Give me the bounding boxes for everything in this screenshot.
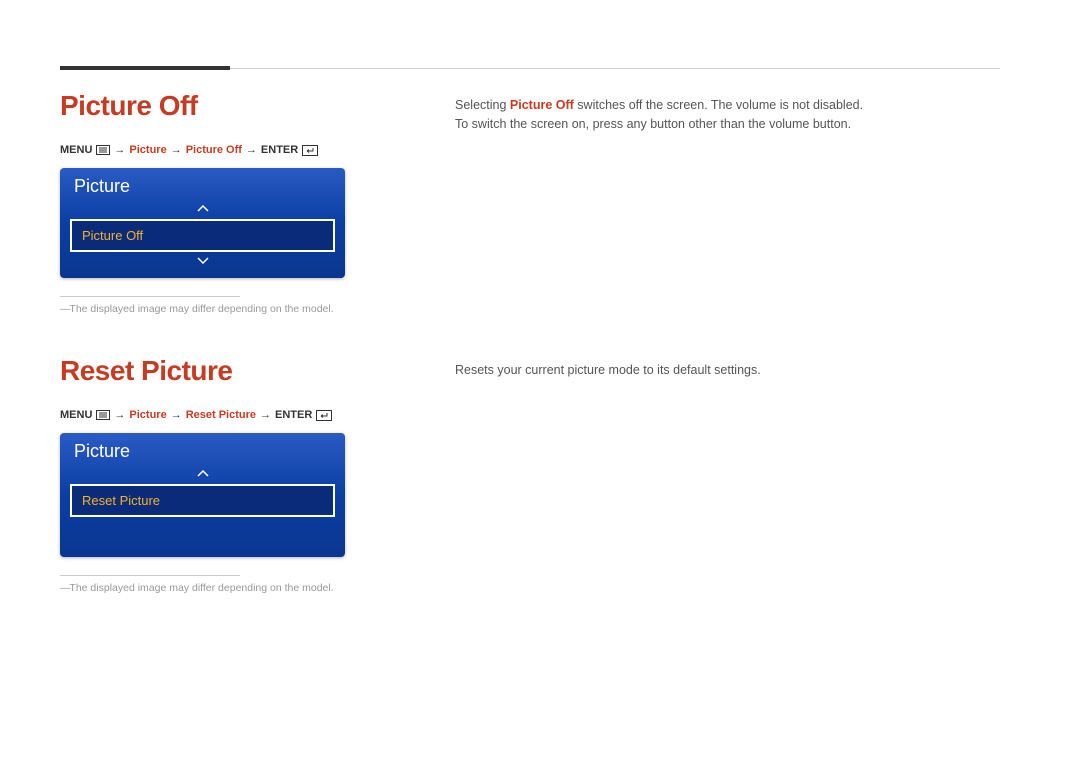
breadcrumb-menu: MENU xyxy=(60,409,92,421)
breadcrumb-path2: Picture Off xyxy=(186,144,242,156)
desc-post: switches off the screen. The volume is n… xyxy=(574,98,863,112)
breadcrumb-enter: ENTER xyxy=(275,409,312,421)
osd-up-arrow[interactable] xyxy=(60,203,345,217)
osd-selected-item[interactable]: Reset Picture xyxy=(70,484,335,517)
osd-header: Picture xyxy=(60,433,345,468)
osd-up-arrow[interactable] xyxy=(60,468,345,482)
arrow-icon: → xyxy=(114,409,125,421)
osd-selected-item[interactable]: Picture Off xyxy=(70,219,335,252)
description: Selecting Picture Off switches off the s… xyxy=(455,90,1000,315)
arrow-icon: → xyxy=(246,144,257,156)
arrow-icon: → xyxy=(171,144,182,156)
enter-icon xyxy=(316,410,332,421)
breadcrumb-path2: Reset Picture xyxy=(186,409,256,421)
osd-panel-reset-picture: Picture Reset Picture xyxy=(60,433,345,557)
desc-pre: Resets your current picture mode to its … xyxy=(455,363,761,377)
osd-panel-picture-off: Picture Picture Off xyxy=(60,168,345,278)
osd-down-arrow[interactable] xyxy=(60,254,345,268)
section-reset-picture: Reset Picture MENU → Picture → Reset Pic… xyxy=(60,355,1000,594)
section-title: Picture Off xyxy=(60,90,395,122)
enter-icon xyxy=(302,145,318,156)
arrow-icon: → xyxy=(171,409,182,421)
breadcrumb-path1: Picture xyxy=(129,144,166,156)
breadcrumb: MENU → Picture → Picture Off → ENTER xyxy=(60,144,395,156)
breadcrumb: MENU → Picture → Reset Picture → ENTER xyxy=(60,409,395,421)
menu-icon xyxy=(96,145,110,155)
section-title: Reset Picture xyxy=(60,355,395,387)
breadcrumb-enter: ENTER xyxy=(261,144,298,156)
osd-spacer xyxy=(60,519,345,547)
footnote-text: The displayed image may differ depending… xyxy=(60,576,360,594)
footnote-text: The displayed image may differ depending… xyxy=(60,297,360,315)
desc-bold: Picture Off xyxy=(510,98,574,112)
desc-pre: Selecting xyxy=(455,98,510,112)
osd-header: Picture xyxy=(60,168,345,203)
header-accent xyxy=(60,66,230,70)
arrow-icon: → xyxy=(260,409,271,421)
arrow-icon: → xyxy=(114,144,125,156)
description: Resets your current picture mode to its … xyxy=(455,355,1000,594)
breadcrumb-menu: MENU xyxy=(60,144,92,156)
section-picture-off: Picture Off MENU → Picture → Picture Off… xyxy=(60,90,1000,315)
breadcrumb-path1: Picture xyxy=(129,409,166,421)
menu-icon xyxy=(96,410,110,420)
desc-line2: To switch the screen on, press any butto… xyxy=(455,115,1000,134)
